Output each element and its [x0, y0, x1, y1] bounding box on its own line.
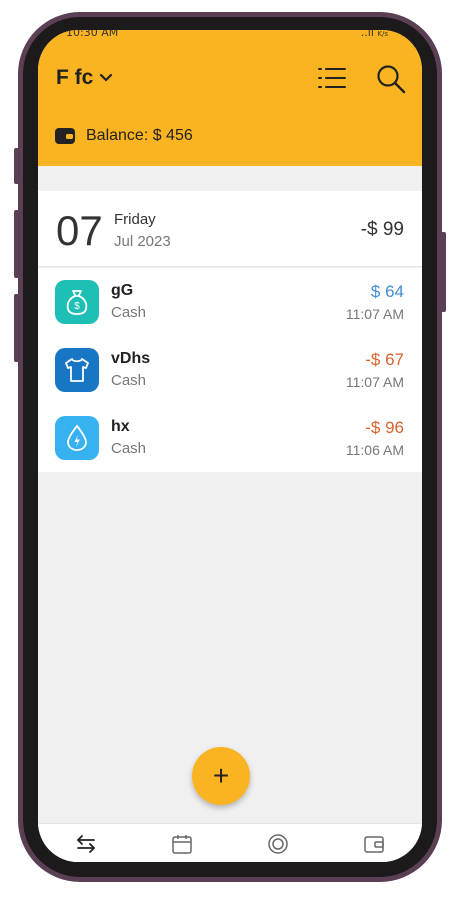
water-drop-icon — [55, 416, 99, 460]
transaction-amount: -$ 96 — [365, 418, 404, 437]
transaction-name: hx — [111, 418, 130, 435]
transaction-account: Cash — [111, 304, 147, 321]
wallet-selector[interactable]: F fc — [56, 66, 113, 90]
day-total: -$ 99 — [360, 219, 404, 240]
transaction-row[interactable]: hx Cash -$ 96 11:06 AM — [38, 404, 422, 472]
phone-side-button — [14, 148, 19, 184]
phone-power-button — [441, 232, 446, 312]
balance-row: Balance: $ 456 — [54, 126, 193, 146]
transaction-account: Cash — [111, 440, 147, 457]
day-number: 07 — [56, 207, 103, 254]
transaction-account: Cash — [111, 372, 147, 389]
wallet-icon — [55, 128, 75, 144]
transaction-time: 11:07 AM — [345, 306, 404, 322]
add-transaction-button[interactable]: + — [192, 747, 250, 805]
transaction-name: vDhs — [111, 350, 151, 367]
transaction-row[interactable]: $ gG Cash $ 64 11:07 AM — [38, 268, 422, 336]
app-screen: 10:30 AM ..ıl K/s F fc Balance: $ 456 07… — [38, 30, 422, 862]
phone-side-button — [14, 294, 19, 362]
phone-side-button — [14, 210, 19, 278]
balance-label: Balance: $ 456 — [86, 127, 193, 144]
tshirt-icon — [55, 348, 99, 392]
bottom-navigation — [38, 823, 422, 862]
transaction-time: 11:07 AM — [345, 374, 404, 390]
transaction-amount: -$ 67 — [365, 350, 404, 369]
plus-icon: + — [212, 760, 230, 791]
calendar-icon[interactable] — [170, 832, 194, 856]
status-signal: ..ıl K/s — [360, 30, 388, 39]
transactions-icon[interactable] — [74, 832, 98, 856]
transaction-amount: $ 64 — [370, 282, 404, 301]
search-icon[interactable] — [376, 64, 406, 94]
wallet-icon[interactable] — [362, 832, 386, 856]
transaction-row[interactable]: vDhs Cash -$ 67 11:07 AM — [38, 336, 422, 404]
transaction-name: gG — [111, 282, 134, 299]
wallet-name: F fc — [56, 66, 94, 89]
svg-text:$: $ — [74, 301, 80, 312]
status-bar: 10:30 AM ..ıl K/s — [38, 30, 422, 44]
day-weekday: Friday — [114, 211, 156, 228]
day-month-year: Jul 2023 — [114, 233, 171, 250]
money-bag-icon: $ — [55, 280, 99, 324]
transaction-list: $ gG Cash $ 64 11:07 AM vDhs Cash -$ 67 … — [38, 268, 422, 472]
transaction-time: 11:06 AM — [345, 442, 404, 458]
status-time: 10:30 AM — [66, 30, 119, 39]
chevron-down-icon — [100, 73, 113, 82]
day-summary[interactable]: 07 Friday Jul 2023 -$ 99 — [38, 191, 422, 267]
app-bar: 10:30 AM ..ıl K/s F fc Balance: $ 456 — [38, 30, 422, 166]
list-menu-icon[interactable] — [318, 66, 346, 90]
budget-icon[interactable] — [266, 832, 290, 856]
